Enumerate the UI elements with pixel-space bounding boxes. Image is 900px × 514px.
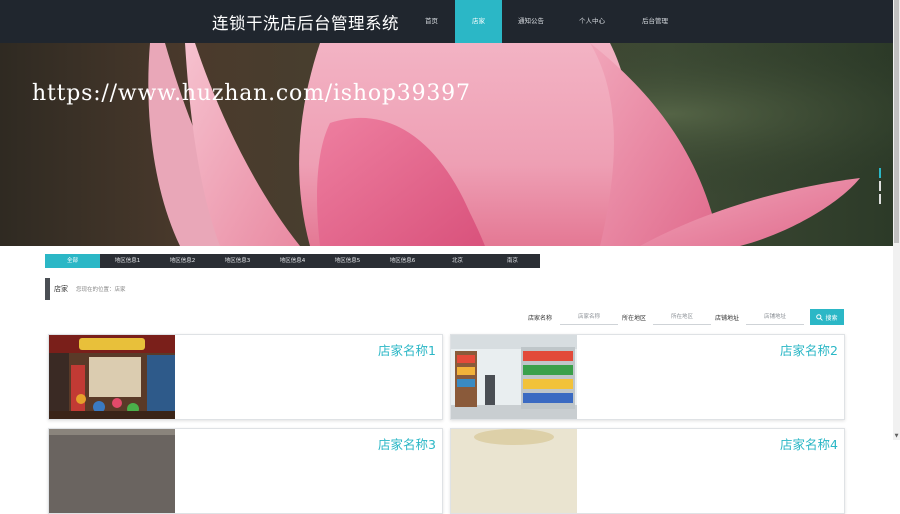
shop-card[interactable]: 店家名称4: [450, 428, 845, 514]
shop-name[interactable]: 店家名称3: [378, 434, 436, 453]
filter-tab-all[interactable]: 全部: [45, 254, 100, 268]
search-button-label: 搜索: [825, 315, 838, 322]
shop-name-input[interactable]: [560, 310, 618, 325]
shop-image[interactable]: [451, 335, 577, 419]
shop-name[interactable]: 店家名称4: [780, 434, 838, 453]
filter-tab-region6[interactable]: 地区信息6: [375, 254, 430, 268]
breadcrumb-location: 您现在的位置：店家: [76, 287, 126, 293]
shop-name[interactable]: 店家名称2: [780, 340, 838, 359]
search-button[interactable]: 搜索: [810, 309, 844, 325]
banner-carousel: https://www.huzhan.com/ishop39397: [0, 43, 893, 246]
shop-name-label: 店家名称: [528, 315, 553, 322]
address-input[interactable]: [746, 310, 804, 325]
region-label: 所在地区: [622, 315, 647, 322]
nav-admin[interactable]: 后台管理: [624, 0, 686, 43]
shop-card[interactable]: 店家名称3: [48, 428, 443, 514]
filter-tab-region5[interactable]: 地区信息5: [320, 254, 375, 268]
filter-tab-region1[interactable]: 地区信息1: [100, 254, 155, 268]
shop-image[interactable]: [451, 429, 577, 513]
filter-tab-nanjing[interactable]: 南京: [485, 254, 540, 268]
breadcrumb-title: 店家: [54, 285, 68, 293]
carousel-dot[interactable]: [879, 168, 881, 178]
shop-card[interactable]: 店家名称1: [48, 334, 443, 420]
top-navbar: 连锁干洗店后台管理系统 首页 店家 通知公告 个人中心 后台管理: [0, 0, 893, 43]
shop-card[interactable]: 店家名称2: [450, 334, 845, 420]
page-scrollbar[interactable]: ▼: [893, 0, 900, 440]
address-label: 店铺地址: [715, 315, 740, 322]
filter-tab-region2[interactable]: 地区信息2: [155, 254, 210, 268]
main-nav: 首页 店家 通知公告 个人中心 后台管理: [408, 0, 686, 43]
nav-home[interactable]: 首页: [408, 0, 455, 43]
region-input[interactable]: [653, 310, 711, 325]
shop-image[interactable]: [49, 335, 175, 419]
filter-tab-region3[interactable]: 地区信息3: [210, 254, 265, 268]
carousel-dot[interactable]: [879, 194, 881, 204]
scrollbar-thumb[interactable]: [894, 0, 899, 243]
nav-notices[interactable]: 通知公告: [502, 0, 560, 43]
nav-profile[interactable]: 个人中心: [560, 0, 624, 43]
shop-name[interactable]: 店家名称1: [378, 340, 436, 359]
scroll-down-icon[interactable]: ▼: [893, 432, 900, 440]
carousel-dot[interactable]: [879, 181, 881, 191]
region-filter-tabs: 全部 地区信息1 地区信息2 地区信息3 地区信息4 地区信息5 地区信息6 北…: [45, 254, 540, 268]
lotus-banner-image: [0, 43, 893, 246]
nav-shops[interactable]: 店家: [455, 0, 502, 43]
site-title: 连锁干洗店后台管理系统: [212, 14, 399, 33]
search-icon: [816, 313, 824, 321]
shop-image[interactable]: [49, 429, 175, 513]
filter-tab-beijing[interactable]: 北京: [430, 254, 485, 268]
filter-tab-region4[interactable]: 地区信息4: [265, 254, 320, 268]
breadcrumb-marker: [45, 278, 50, 300]
watermark-url: https://www.huzhan.com/ishop39397: [32, 81, 471, 106]
carousel-indicators: [879, 168, 881, 204]
